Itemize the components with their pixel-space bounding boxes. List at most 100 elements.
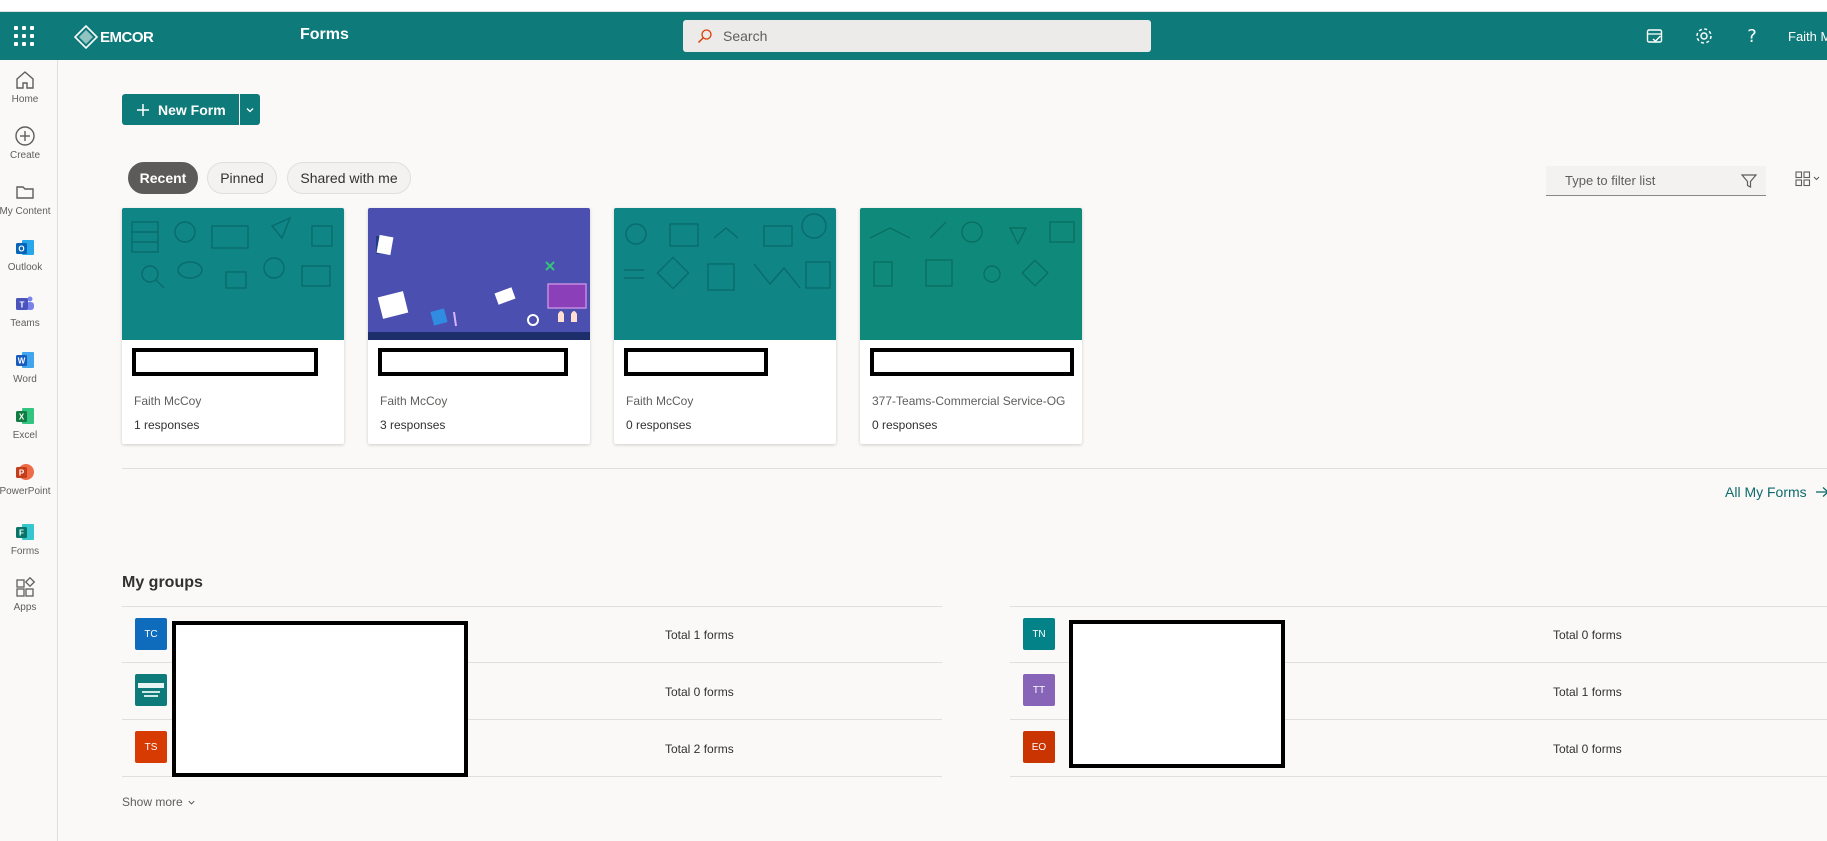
row-divider: [122, 606, 942, 607]
form-card[interactable]: Faith McCoy 3 responses: [368, 208, 590, 444]
all-my-forms-link[interactable]: All My Forms: [1725, 484, 1827, 500]
group-total: Total 0 forms: [665, 685, 734, 699]
view-switcher[interactable]: [1795, 170, 1823, 193]
browser-tab-strip: [0, 0, 1827, 12]
row-divider: [1010, 606, 1827, 607]
form-card[interactable]: Faith McCoy 0 responses: [614, 208, 836, 444]
group-avatar[interactable]: TS: [135, 731, 167, 763]
card-illustration: [368, 234, 590, 340]
search-placeholder: Search: [723, 28, 768, 44]
arrow-right-icon: [1815, 487, 1827, 497]
group-names-redacted: [1069, 620, 1285, 768]
rail-item-forms[interactable]: F Forms: [0, 520, 50, 568]
svg-text:T: T: [20, 301, 25, 310]
rail-label: My Content: [0, 206, 51, 217]
chevron-down-icon: [246, 107, 254, 112]
excel-icon: X: [13, 404, 37, 428]
app-header: EMCOR Forms Search ? Faith M: [0, 12, 1827, 60]
tab-pinned[interactable]: Pinned: [207, 162, 277, 194]
whats-new-icon[interactable]: [1644, 25, 1666, 47]
section-divider: [122, 468, 1827, 469]
card-responses: 1 responses: [134, 418, 200, 432]
rail-label: Teams: [10, 318, 40, 329]
group-total: Total 0 forms: [1553, 628, 1622, 642]
rail-item-my-content[interactable]: My Content: [0, 180, 51, 228]
app-title[interactable]: Forms: [300, 26, 349, 44]
all-my-forms-label: All My Forms: [1725, 484, 1807, 500]
card-title-redacted: [378, 348, 568, 376]
group-total: Total 2 forms: [665, 742, 734, 756]
rail-item-home[interactable]: Home: [0, 68, 50, 116]
show-more-label: Show more: [122, 795, 183, 809]
tab-label: Recent: [139, 170, 187, 186]
form-card[interactable]: 377-Teams-Commercial Service-OG 0 respon…: [860, 208, 1082, 444]
apps-icon: [13, 576, 37, 600]
home-icon: [13, 68, 37, 92]
card-owner: Faith McCoy: [380, 394, 448, 408]
group-avatar[interactable]: TC: [135, 618, 167, 650]
group-image-icon: [138, 683, 164, 697]
rail-label: Word: [13, 374, 37, 385]
teams-icon: T: [13, 292, 37, 316]
forms-icon: F: [13, 520, 37, 544]
card-thumbnail: [860, 208, 1082, 340]
rail-item-powerpoint[interactable]: P PowerPoint: [0, 460, 51, 508]
svg-text:F: F: [19, 529, 24, 538]
rail-item-teams[interactable]: T Teams: [0, 292, 50, 340]
card-responses: 3 responses: [380, 418, 446, 432]
new-form-dropdown-button[interactable]: [240, 94, 260, 125]
tab-shared-with-me[interactable]: Shared with me: [287, 162, 411, 194]
company-logo[interactable]: EMCOR: [74, 24, 154, 50]
svg-text:W: W: [18, 357, 26, 366]
group-avatar[interactable]: EO: [1023, 731, 1055, 763]
gear-icon[interactable]: [1693, 25, 1715, 47]
rail-item-outlook[interactable]: O Outlook: [0, 236, 50, 284]
group-total: Total 1 forms: [665, 628, 734, 642]
show-more-button[interactable]: Show more: [122, 795, 196, 809]
folder-icon: [13, 180, 37, 204]
logo-mark-icon: [74, 25, 98, 49]
rail-label: Home: [11, 94, 39, 105]
rail-item-create[interactable]: Create: [0, 124, 50, 172]
group-avatar[interactable]: TN: [1023, 618, 1055, 650]
card-title-redacted: [132, 348, 318, 376]
user-name[interactable]: Faith M: [1788, 29, 1827, 44]
group-avatar-image[interactable]: [135, 674, 167, 706]
form-card[interactable]: Faith McCoy 1 responses: [122, 208, 344, 444]
filter-input[interactable]: Type to filter list: [1546, 166, 1766, 196]
new-form-button[interactable]: New Form: [122, 94, 239, 125]
card-pattern: [869, 221, 1075, 287]
svg-text:X: X: [19, 413, 25, 422]
new-form-label: New Form: [158, 101, 226, 118]
card-title-redacted: [870, 348, 1074, 376]
search-box[interactable]: Search: [683, 20, 1151, 52]
chevron-down-icon: [188, 800, 195, 805]
card-responses: 0 responses: [872, 418, 938, 432]
logo-text: EMCOR: [100, 28, 154, 46]
tab-label: Pinned: [220, 170, 264, 186]
help-icon[interactable]: ?: [1741, 25, 1763, 47]
word-icon: W: [13, 348, 37, 372]
app-launcher-icon[interactable]: [14, 26, 34, 46]
card-thumbnail: [122, 208, 344, 340]
card-pattern: [131, 216, 333, 289]
outlook-icon: O: [13, 236, 37, 260]
tab-recent[interactable]: Recent: [128, 162, 198, 194]
group-total: Total 0 forms: [1553, 742, 1622, 756]
rail-item-word[interactable]: W Word: [0, 348, 50, 396]
card-pattern: [624, 213, 831, 291]
group-total: Total 1 forms: [1553, 685, 1622, 699]
group-avatar[interactable]: TT: [1023, 674, 1055, 706]
rail-label: Excel: [12, 430, 38, 441]
card-owner: 377-Teams-Commercial Service-OG: [872, 394, 1066, 408]
my-groups-title: My groups: [122, 574, 203, 591]
rail-item-apps[interactable]: Apps: [0, 576, 50, 624]
svg-text:P: P: [19, 469, 25, 478]
rail-label: Create: [9, 150, 40, 161]
rail-label: PowerPoint: [0, 486, 51, 497]
filter-icon[interactable]: [1740, 172, 1758, 190]
card-owner: Faith McCoy: [626, 394, 694, 408]
rail-item-excel[interactable]: X Excel: [0, 404, 50, 452]
rail-label: Outlook: [7, 262, 43, 273]
rail-label: Apps: [13, 602, 37, 613]
